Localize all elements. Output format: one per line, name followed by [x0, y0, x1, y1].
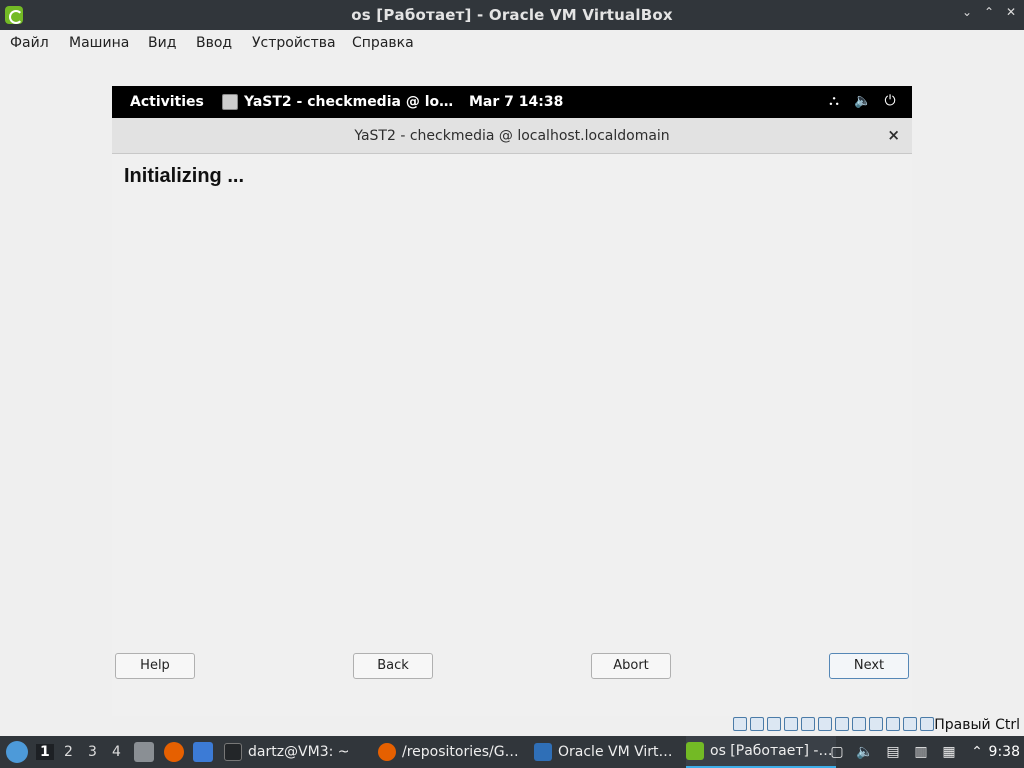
menu-input[interactable]: Ввод	[196, 35, 232, 51]
system-tray: ▢ 🔈 ▤ ▥ ▦ ⌃	[828, 743, 986, 761]
task-terminal[interactable]: dartz@VM3: ~	[224, 736, 364, 768]
close-icon[interactable]: ✕	[1006, 5, 1016, 19]
yast-icon	[222, 94, 238, 110]
menu-help[interactable]: Справка	[352, 35, 414, 51]
app-menu-label: YaST2 - checkmedia @ lo…	[244, 94, 454, 110]
clipboard-icon[interactable]: ▤	[884, 743, 902, 761]
yast-close-icon[interactable]: ×	[887, 126, 900, 144]
task-label: /repositories/G…	[402, 744, 519, 760]
network-icon[interactable]: ▦	[940, 743, 958, 761]
window-title: os [Работает] - Oracle VM VirtualBox	[351, 6, 673, 24]
menu-file[interactable]: Файл	[10, 35, 49, 51]
task-virtualbox-manager[interactable]: Oracle VM Virt…	[534, 736, 678, 768]
window-controls: ⌄ ⌃ ✕	[962, 5, 1016, 19]
audio-icon[interactable]	[767, 717, 781, 731]
menu-bar: Файл Машина Вид Ввод Устройства Справка	[0, 30, 1024, 56]
power-icon: ⏻	[884, 93, 896, 109]
application-launcher-icon[interactable]	[6, 741, 28, 763]
virtualbox-icon	[534, 743, 552, 761]
device-indicators	[733, 717, 934, 731]
network-adapter-icon[interactable]	[784, 717, 798, 731]
menu-machine[interactable]: Машина	[69, 35, 129, 51]
firefox-icon[interactable]	[164, 742, 184, 762]
arrow-down-icon[interactable]	[920, 717, 934, 731]
gnome-top-bar: Activities YaST2 - checkmedia @ lo… Mar …	[112, 86, 912, 118]
volume-icon: 🔈	[854, 93, 872, 109]
file-manager-icon[interactable]	[134, 742, 154, 762]
vm-status-bar: Правый Ctrl	[0, 716, 1024, 736]
minimize-icon[interactable]: ⌄	[962, 5, 972, 19]
keyboard-capture-icon[interactable]	[903, 717, 917, 731]
system-menu[interactable]: ⛬ 🔈 ⏻	[826, 93, 898, 109]
hard-disk-icon[interactable]	[733, 717, 747, 731]
cpu-icon[interactable]	[886, 717, 900, 731]
trash-icon[interactable]: ▢	[828, 743, 846, 761]
window-titlebar: os [Работает] - Oracle VM VirtualBox ⌄ ⌃…	[0, 0, 1024, 30]
usb-icon[interactable]	[801, 717, 815, 731]
terminal-icon	[224, 743, 242, 761]
next-button[interactable]: Next	[829, 653, 909, 679]
tray-expand-icon[interactable]: ⌃	[968, 743, 986, 761]
volume-icon[interactable]: 🔈	[856, 743, 874, 761]
yast-content: Initializing ... Help Back Abort Next	[112, 154, 912, 716]
task-label: dartz@VM3: ~	[248, 744, 350, 760]
abort-button[interactable]: Abort	[591, 653, 671, 679]
task-vm-window[interactable]: os [Работает] -…	[686, 736, 836, 768]
yast-window-header: YaST2 - checkmedia @ localhost.localdoma…	[112, 118, 912, 154]
back-button[interactable]: Back	[353, 653, 433, 679]
workspace-1[interactable]: 1	[36, 744, 54, 760]
taskbar-clock[interactable]: 9:38	[989, 744, 1020, 760]
vm-icon	[686, 742, 704, 760]
app-menu[interactable]: YaST2 - checkmedia @ lo…	[222, 94, 453, 110]
recording-icon[interactable]	[852, 717, 866, 731]
task-label: Oracle VM Virt…	[558, 744, 673, 760]
yast-window-title: YaST2 - checkmedia @ localhost.localdoma…	[354, 128, 670, 144]
host-key-label[interactable]: Правый Ctrl	[934, 717, 1020, 733]
menu-view[interactable]: Вид	[148, 35, 176, 51]
maximize-icon[interactable]: ⌃	[984, 5, 994, 19]
host-taskbar: 1 2 3 4 dartz@VM3: ~ /repositories/G… Or…	[0, 736, 1024, 768]
mouse-integration-icon[interactable]	[869, 717, 883, 731]
workspace-3[interactable]: 3	[88, 744, 97, 760]
page-title: Initializing ...	[124, 165, 244, 187]
workspace-2[interactable]: 2	[64, 744, 73, 760]
task-firefox[interactable]: /repositories/G…	[378, 736, 528, 768]
workspace-4[interactable]: 4	[112, 744, 121, 760]
network-icon: ⛬	[829, 93, 839, 109]
desktop-icon[interactable]	[193, 742, 213, 762]
menu-devices[interactable]: Устройства	[252, 35, 336, 51]
firefox-icon	[378, 743, 396, 761]
display-icon[interactable]	[835, 717, 849, 731]
optical-drive-icon[interactable]	[750, 717, 764, 731]
activities-button[interactable]: Activities	[130, 94, 204, 110]
task-label: os [Работает] -…	[710, 743, 833, 759]
gnome-clock[interactable]: Mar 7 14:38	[469, 94, 563, 110]
shared-folders-icon[interactable]	[818, 717, 832, 731]
updates-icon[interactable]: ▥	[912, 743, 930, 761]
help-button[interactable]: Help	[115, 653, 195, 679]
guest-display[interactable]: Activities YaST2 - checkmedia @ lo… Mar …	[112, 86, 912, 716]
